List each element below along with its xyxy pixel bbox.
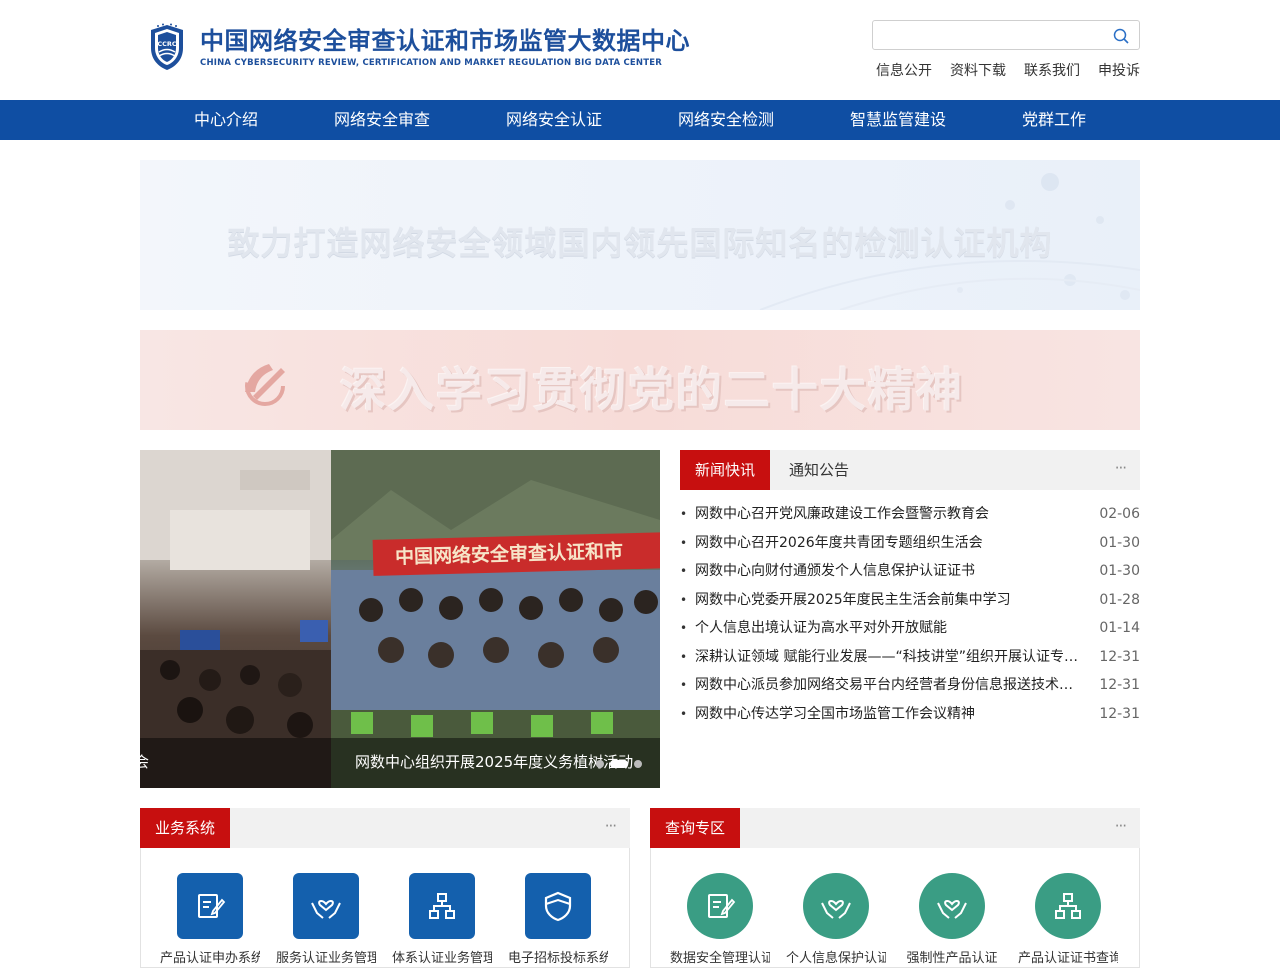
party-emblem-icon bbox=[245, 364, 285, 406]
tile-label: 强制性产品认证 bbox=[906, 951, 998, 966]
party-study-banner-text: 深入学习贯彻党的二十大精神 bbox=[340, 363, 964, 417]
org-chart-icon bbox=[409, 873, 475, 939]
tab-news[interactable]: 新闻快讯 bbox=[680, 450, 770, 490]
search-icon[interactable] bbox=[1112, 27, 1130, 45]
list-item-date: 02-06 bbox=[1099, 506, 1140, 522]
ccrc-emblem-icon: CCRC bbox=[151, 23, 183, 70]
nav-item-about[interactable]: 中心介绍 bbox=[194, 100, 258, 140]
link-downloads[interactable]: 资料下载 bbox=[950, 60, 1006, 80]
slider-dot-active[interactable] bbox=[610, 760, 628, 768]
hands-heart-icon bbox=[919, 873, 985, 939]
tile-e-bidding-system[interactable]: 电子招标投标系统 bbox=[508, 873, 608, 966]
query-zone-panel: 查询专区 ··· 数据安全管理认证 个人信息保护认证 强制性产品认证 产品认证证… bbox=[650, 808, 1140, 968]
mission-banner[interactable]: 致力打造网络安全领域国内领先国际知名的检测认证机构 bbox=[140, 160, 1140, 310]
business-systems-panel: 业务系统 ··· 产品认证申办系统 服务认证业务管理 体系认证业务管理 电子招标… bbox=[140, 808, 630, 968]
list-item-title: 网数中心传达学习全国市场监管工作会议精神 bbox=[695, 705, 975, 722]
tile-label: 电子招标投标系统 bbox=[508, 951, 608, 966]
search-input[interactable] bbox=[873, 21, 1103, 49]
list-item-title: 网数中心党委开展2025年度民主生活会前集中学习 bbox=[695, 591, 1011, 608]
list-item-date: 01-30 bbox=[1099, 534, 1140, 551]
tile-service-cert-management[interactable]: 服务认证业务管理 bbox=[276, 873, 376, 966]
site-logo[interactable]: CCRC 中国网络安全审查认证和市场监管大数据中心 CHINA CYBERSEC… bbox=[148, 22, 690, 72]
link-contact[interactable]: 联系我们 bbox=[1024, 60, 1080, 80]
main-nav: 中心介绍 网络安全审查 网络安全认证 网络安全检测 智慧监管建设 党群工作 bbox=[0, 100, 1280, 140]
edit-document-icon bbox=[177, 873, 243, 939]
nav-item-party-work[interactable]: 党群工作 bbox=[1022, 100, 1086, 140]
hands-heart-icon bbox=[293, 873, 359, 939]
tab-query-zone[interactable]: 查询专区 bbox=[650, 808, 740, 848]
slider-caption-prev: 会 bbox=[140, 753, 150, 771]
tab-business-systems[interactable]: 业务系统 bbox=[140, 808, 230, 848]
list-item-date: 12-31 bbox=[1099, 677, 1140, 693]
list-item-title: 个人信息出境认证为高水平对外开放赋能 bbox=[695, 620, 947, 636]
list-item[interactable]: • 网数中心召开2026年度共青团专题组织生活会 01-30 bbox=[680, 529, 1140, 558]
edit-document-icon bbox=[687, 873, 753, 939]
news-list: • 网数中心召开党风廉政建设工作会暨警示教育会 02-06 • 网数中心召开2026年… bbox=[680, 500, 1140, 728]
nav-item-certification[interactable]: 网络安全认证 bbox=[506, 100, 602, 140]
list-item[interactable]: • 网数中心传达学习全国市场监管工作会议精神 12-31 bbox=[680, 700, 1140, 729]
list-item-title: 网数中心召开党风廉政建设工作会暨警示教育会 bbox=[695, 506, 989, 522]
tile-label: 数据安全管理认证 bbox=[670, 951, 770, 966]
list-item-title: 网数中心向财付通颁发个人信息保护认证证书 bbox=[695, 563, 975, 579]
ccrc-logo-text: CCRC bbox=[157, 40, 177, 48]
site-title: 中国网络安全审查认证和市场监管大数据中心 bbox=[200, 27, 690, 55]
more-icon[interactable]: ··· bbox=[1115, 817, 1127, 835]
shield-icon bbox=[525, 873, 591, 939]
list-item[interactable]: • 网数中心召开党风廉政建设工作会暨警示教育会 02-06 bbox=[680, 500, 1140, 529]
slider-dot[interactable] bbox=[634, 760, 642, 768]
slider-caption[interactable]: 网数中心组织开展2025年度义务植树活动 bbox=[355, 751, 633, 772]
list-item-title: 网数中心召开2026年度共青团专题组织生活会 bbox=[695, 534, 983, 551]
news-tabs: 新闻快讯 通知公告 ··· bbox=[680, 450, 1140, 490]
list-item-date: 12-31 bbox=[1099, 705, 1140, 722]
tile-label: 产品认证申办系统 bbox=[160, 951, 260, 966]
more-icon[interactable]: ··· bbox=[605, 817, 617, 835]
tile-label: 服务认证业务管理 bbox=[276, 951, 376, 966]
nav-item-smart-regulation[interactable]: 智慧监管建设 bbox=[850, 100, 946, 140]
list-item-title: 深耕认证领域 赋能行业发展——“科技讲堂”组织开展认证专题讲座 bbox=[695, 648, 1080, 665]
list-item-date: 01-28 bbox=[1099, 591, 1140, 608]
list-item[interactable]: • 网数中心党委开展2025年度民主生活会前集中学习 01-28 bbox=[680, 586, 1140, 615]
tile-label: 产品认证证书查询 bbox=[1018, 951, 1118, 966]
tile-product-cert-query[interactable]: 产品认证证书查询 bbox=[1018, 873, 1118, 966]
news-panel: 新闻快讯 通知公告 ··· • 网数中心召开党风廉政建设工作会暨警示教育会 02-0… bbox=[680, 450, 1140, 728]
mission-banner-text: 致力打造网络安全领域国内领先国际知名的检测认证机构 bbox=[227, 224, 1053, 262]
tab-notices[interactable]: 通知公告 bbox=[789, 450, 849, 490]
tile-label: 个人信息保护认证 bbox=[786, 951, 886, 966]
tile-personal-info-cert[interactable]: 个人信息保护认证 bbox=[786, 873, 886, 966]
search-box bbox=[872, 20, 1140, 50]
tile-label: 体系认证业务管理 bbox=[392, 951, 492, 966]
link-info-disclosure[interactable]: 信息公开 bbox=[876, 60, 932, 80]
site-title-en: CHINA CYBERSECURITY REVIEW, CERTIFICATIO… bbox=[200, 58, 662, 68]
tile-product-cert-application[interactable]: 产品认证申办系统 bbox=[160, 873, 260, 966]
more-icon[interactable]: ··· bbox=[1115, 459, 1127, 477]
tile-system-cert-management[interactable]: 体系认证业务管理 bbox=[392, 873, 492, 966]
news-slider[interactable]: 中国网络安全审查认证和市 会 网数中心组织开展2025年度义务植树活动 bbox=[140, 450, 660, 788]
slider-pager bbox=[596, 760, 642, 768]
party-study-banner[interactable]: 深入学习贯彻党的二十大精神 bbox=[140, 330, 1140, 430]
list-item-date: 01-30 bbox=[1099, 563, 1140, 579]
list-item[interactable]: • 网数中心向财付通颁发个人信息保护认证证书 01-30 bbox=[680, 557, 1140, 586]
slider-dot[interactable] bbox=[596, 760, 604, 768]
tile-data-security-cert[interactable]: 数据安全管理认证 bbox=[670, 873, 770, 966]
list-item[interactable]: • 网数中心派员参加网络交易平台内经营者身份信息报送技术培训 12-31 bbox=[680, 671, 1140, 700]
list-item[interactable]: • 深耕认证领域 赋能行业发展——“科技讲堂”组织开展认证专题讲座 12-31 bbox=[680, 643, 1140, 672]
list-item-date: 12-31 bbox=[1099, 648, 1140, 665]
list-item-title: 网数中心派员参加网络交易平台内经营者身份信息报送技术培训 bbox=[695, 677, 1080, 693]
site-header: CCRC 中国网络安全审查认证和市场监管大数据中心 CHINA CYBERSEC… bbox=[0, 0, 1280, 100]
slide-banner-text: 中国网络安全审查认证和市 bbox=[372, 532, 660, 576]
hands-heart-icon bbox=[803, 873, 869, 939]
list-item[interactable]: • 个人信息出境认证为高水平对外开放赋能 01-14 bbox=[680, 614, 1140, 643]
tile-compulsory-product-cert[interactable]: 强制性产品认证 bbox=[902, 873, 1002, 966]
org-chart-icon bbox=[1035, 873, 1101, 939]
list-item-date: 01-14 bbox=[1099, 620, 1140, 636]
top-links: 信息公开 资料下载 联系我们 申投诉 bbox=[876, 60, 1140, 80]
link-complaints[interactable]: 申投诉 bbox=[1098, 60, 1140, 80]
nav-item-testing[interactable]: 网络安全检测 bbox=[678, 100, 774, 140]
nav-item-review[interactable]: 网络安全审查 bbox=[334, 100, 430, 140]
